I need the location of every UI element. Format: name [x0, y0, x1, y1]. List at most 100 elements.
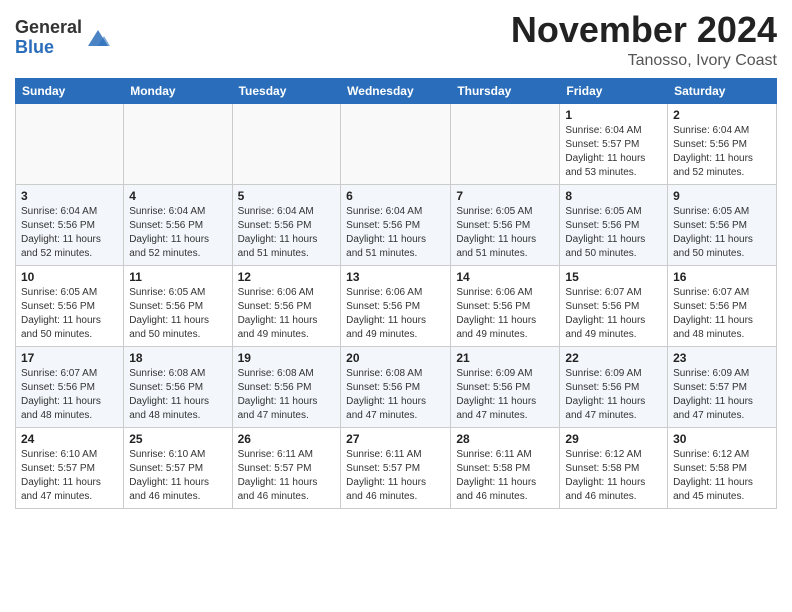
calendar-cell: 20 Sunrise: 6:08 AMSunset: 5:56 PMDayligh… — [341, 346, 451, 427]
day-info: Sunrise: 6:07 AMSunset: 5:56 PMDaylight:… — [21, 367, 118, 423]
calendar-cell — [341, 103, 451, 184]
calendar-cell: 2Sunrise: 6:04 AMSunset: 5:56 PMDaylight… — [668, 103, 777, 184]
day-number: 2 — [673, 108, 771, 122]
calendar-cell: 12 Sunrise: 6:06 AMSunset: 5:56 PMDayligh… — [232, 265, 341, 346]
day-info: Sunrise: 6:07 AMSunset: 5:56 PMDaylight:… — [565, 286, 662, 342]
calendar-cell — [16, 103, 124, 184]
header-monday: Monday — [124, 78, 232, 103]
day-info: Sunrise: 6:05 AMSunset: 5:56 PMDaylight:… — [456, 205, 554, 261]
day-info: Sunrise: 6:09 AMSunset: 5:56 PMDaylight:… — [565, 367, 662, 423]
day-number: 9 — [673, 189, 771, 203]
day-number: 25 — [129, 432, 226, 446]
day-info: Sunrise: 6:04 AMSunset: 5:56 PMDaylight:… — [129, 205, 226, 261]
day-number: 30 — [673, 432, 771, 446]
day-number: 23 — [673, 351, 771, 365]
day-info: Sunrise: 6:05 AMSunset: 5:56 PMDaylight:… — [673, 205, 771, 261]
calendar-cell: 1Sunrise: 6:04 AMSunset: 5:57 PMDaylight… — [560, 103, 668, 184]
calendar-cell: 23 Sunrise: 6:09 AMSunset: 5:57 PMDayligh… — [668, 346, 777, 427]
calendar-table: Sunday Monday Tuesday Wednesday Thursday… — [15, 78, 777, 509]
day-number: 29 — [565, 432, 662, 446]
day-number: 26 — [238, 432, 336, 446]
calendar-cell: 9 Sunrise: 6:05 AMSunset: 5:56 PMDaylight… — [668, 184, 777, 265]
day-info: Sunrise: 6:05 AMSunset: 5:56 PMDaylight:… — [129, 286, 226, 342]
day-info: Sunrise: 6:06 AMSunset: 5:56 PMDaylight:… — [346, 286, 445, 342]
calendar-cell: 7Sunrise: 6:05 AMSunset: 5:56 PMDaylight… — [451, 184, 560, 265]
header-sunday: Sunday — [16, 78, 124, 103]
calendar-cell: 14Sunrise: 6:06 AMSunset: 5:56 PMDayligh… — [451, 265, 560, 346]
day-number: 12 — [238, 270, 336, 284]
calendar-cell: 13 Sunrise: 6:06 AMSunset: 5:56 PMDayligh… — [341, 265, 451, 346]
day-info: Sunrise: 6:12 AMSunset: 5:58 PMDaylight:… — [673, 448, 771, 504]
location: Tanosso, Ivory Coast — [511, 52, 777, 70]
calendar-week-row: 1Sunrise: 6:04 AMSunset: 5:57 PMDaylight… — [16, 103, 777, 184]
day-info: Sunrise: 6:06 AMSunset: 5:56 PMDaylight:… — [238, 286, 336, 342]
header-wednesday: Wednesday — [341, 78, 451, 103]
day-info: Sunrise: 6:05 AMSunset: 5:56 PMDaylight:… — [565, 205, 662, 261]
day-info: Sunrise: 6:09 AMSunset: 5:57 PMDaylight:… — [673, 367, 771, 423]
calendar-cell: 19Sunrise: 6:08 AMSunset: 5:56 PMDayligh… — [232, 346, 341, 427]
calendar-cell: 22 Sunrise: 6:09 AMSunset: 5:56 PMDayligh… — [560, 346, 668, 427]
calendar-cell: 3 Sunrise: 6:04 AMSunset: 5:56 PMDaylight… — [16, 184, 124, 265]
day-info: Sunrise: 6:04 AMSunset: 5:56 PMDaylight:… — [21, 205, 118, 261]
day-number: 24 — [21, 432, 118, 446]
calendar-cell: 11 Sunrise: 6:05 AMSunset: 5:56 PMDayligh… — [124, 265, 232, 346]
day-number: 11 — [129, 270, 226, 284]
day-info: Sunrise: 6:07 AMSunset: 5:56 PMDaylight:… — [673, 286, 771, 342]
calendar-cell: 30 Sunrise: 6:12 AMSunset: 5:58 PMDayligh… — [668, 427, 777, 508]
header-thursday: Thursday — [451, 78, 560, 103]
day-info: Sunrise: 6:04 AMSunset: 5:56 PMDaylight:… — [238, 205, 336, 261]
calendar-cell: 10Sunrise: 6:05 AMSunset: 5:56 PMDayligh… — [16, 265, 124, 346]
calendar-cell: 5 Sunrise: 6:04 AMSunset: 5:56 PMDaylight… — [232, 184, 341, 265]
day-number: 3 — [21, 189, 118, 203]
calendar-cell: 21 Sunrise: 6:09 AMSunset: 5:56 PMDayligh… — [451, 346, 560, 427]
day-number: 19 — [238, 351, 336, 365]
day-number: 8 — [565, 189, 662, 203]
calendar-cell: 4 Sunrise: 6:04 AMSunset: 5:56 PMDaylight… — [124, 184, 232, 265]
calendar-cell — [232, 103, 341, 184]
logo-general-text: General — [15, 17, 82, 37]
header-saturday: Saturday — [668, 78, 777, 103]
calendar-cell — [124, 103, 232, 184]
day-number: 5 — [238, 189, 336, 203]
calendar-week-row: 3 Sunrise: 6:04 AMSunset: 5:56 PMDaylight… — [16, 184, 777, 265]
day-number: 1 — [565, 108, 662, 122]
calendar-week-row: 17 Sunrise: 6:07 AMSunset: 5:56 PMDayligh… — [16, 346, 777, 427]
logo-icon — [84, 24, 112, 52]
logo-blue-text: Blue — [15, 37, 54, 57]
day-number: 22 — [565, 351, 662, 365]
day-info: Sunrise: 6:09 AMSunset: 5:56 PMDaylight:… — [456, 367, 554, 423]
calendar-cell: 18Sunrise: 6:08 AMSunset: 5:56 PMDayligh… — [124, 346, 232, 427]
day-number: 16 — [673, 270, 771, 284]
day-number: 28 — [456, 432, 554, 446]
calendar-week-row: 10Sunrise: 6:05 AMSunset: 5:56 PMDayligh… — [16, 265, 777, 346]
day-number: 27 — [346, 432, 445, 446]
month-title: November 2024 — [511, 10, 777, 50]
day-info: Sunrise: 6:10 AMSunset: 5:57 PMDaylight:… — [129, 448, 226, 504]
day-number: 20 — [346, 351, 445, 365]
header-friday: Friday — [560, 78, 668, 103]
day-info: Sunrise: 6:10 AMSunset: 5:57 PMDaylight:… — [21, 448, 118, 504]
logo: General Blue — [15, 18, 112, 58]
weekday-header-row: Sunday Monday Tuesday Wednesday Thursday… — [16, 78, 777, 103]
calendar-body: 1Sunrise: 6:04 AMSunset: 5:57 PMDaylight… — [16, 103, 777, 508]
calendar-cell: 27 Sunrise: 6:11 AMSunset: 5:57 PMDayligh… — [341, 427, 451, 508]
day-info: Sunrise: 6:08 AMSunset: 5:56 PMDaylight:… — [346, 367, 445, 423]
title-block: November 2024 Tanosso, Ivory Coast — [511, 10, 777, 70]
header-tuesday: Tuesday — [232, 78, 341, 103]
calendar-cell: 28Sunrise: 6:11 AMSunset: 5:58 PMDayligh… — [451, 427, 560, 508]
calendar-cell: 16 Sunrise: 6:07 AMSunset: 5:56 PMDayligh… — [668, 265, 777, 346]
day-number: 21 — [456, 351, 554, 365]
calendar-header: Sunday Monday Tuesday Wednesday Thursday… — [16, 78, 777, 103]
day-number: 4 — [129, 189, 226, 203]
day-info: Sunrise: 6:12 AMSunset: 5:58 PMDaylight:… — [565, 448, 662, 504]
day-info: Sunrise: 6:04 AMSunset: 5:56 PMDaylight:… — [346, 205, 445, 261]
day-info: Sunrise: 6:11 AMSunset: 5:57 PMDaylight:… — [238, 448, 336, 504]
calendar-cell: 24 Sunrise: 6:10 AMSunset: 5:57 PMDayligh… — [16, 427, 124, 508]
day-info: Sunrise: 6:11 AMSunset: 5:57 PMDaylight:… — [346, 448, 445, 504]
day-number: 17 — [21, 351, 118, 365]
calendar-cell: 25 Sunrise: 6:10 AMSunset: 5:57 PMDayligh… — [124, 427, 232, 508]
calendar-week-row: 24 Sunrise: 6:10 AMSunset: 5:57 PMDayligh… — [16, 427, 777, 508]
day-number: 13 — [346, 270, 445, 284]
day-info: Sunrise: 6:08 AMSunset: 5:56 PMDaylight:… — [129, 367, 226, 423]
calendar-cell: 29 Sunrise: 6:12 AMSunset: 5:58 PMDayligh… — [560, 427, 668, 508]
